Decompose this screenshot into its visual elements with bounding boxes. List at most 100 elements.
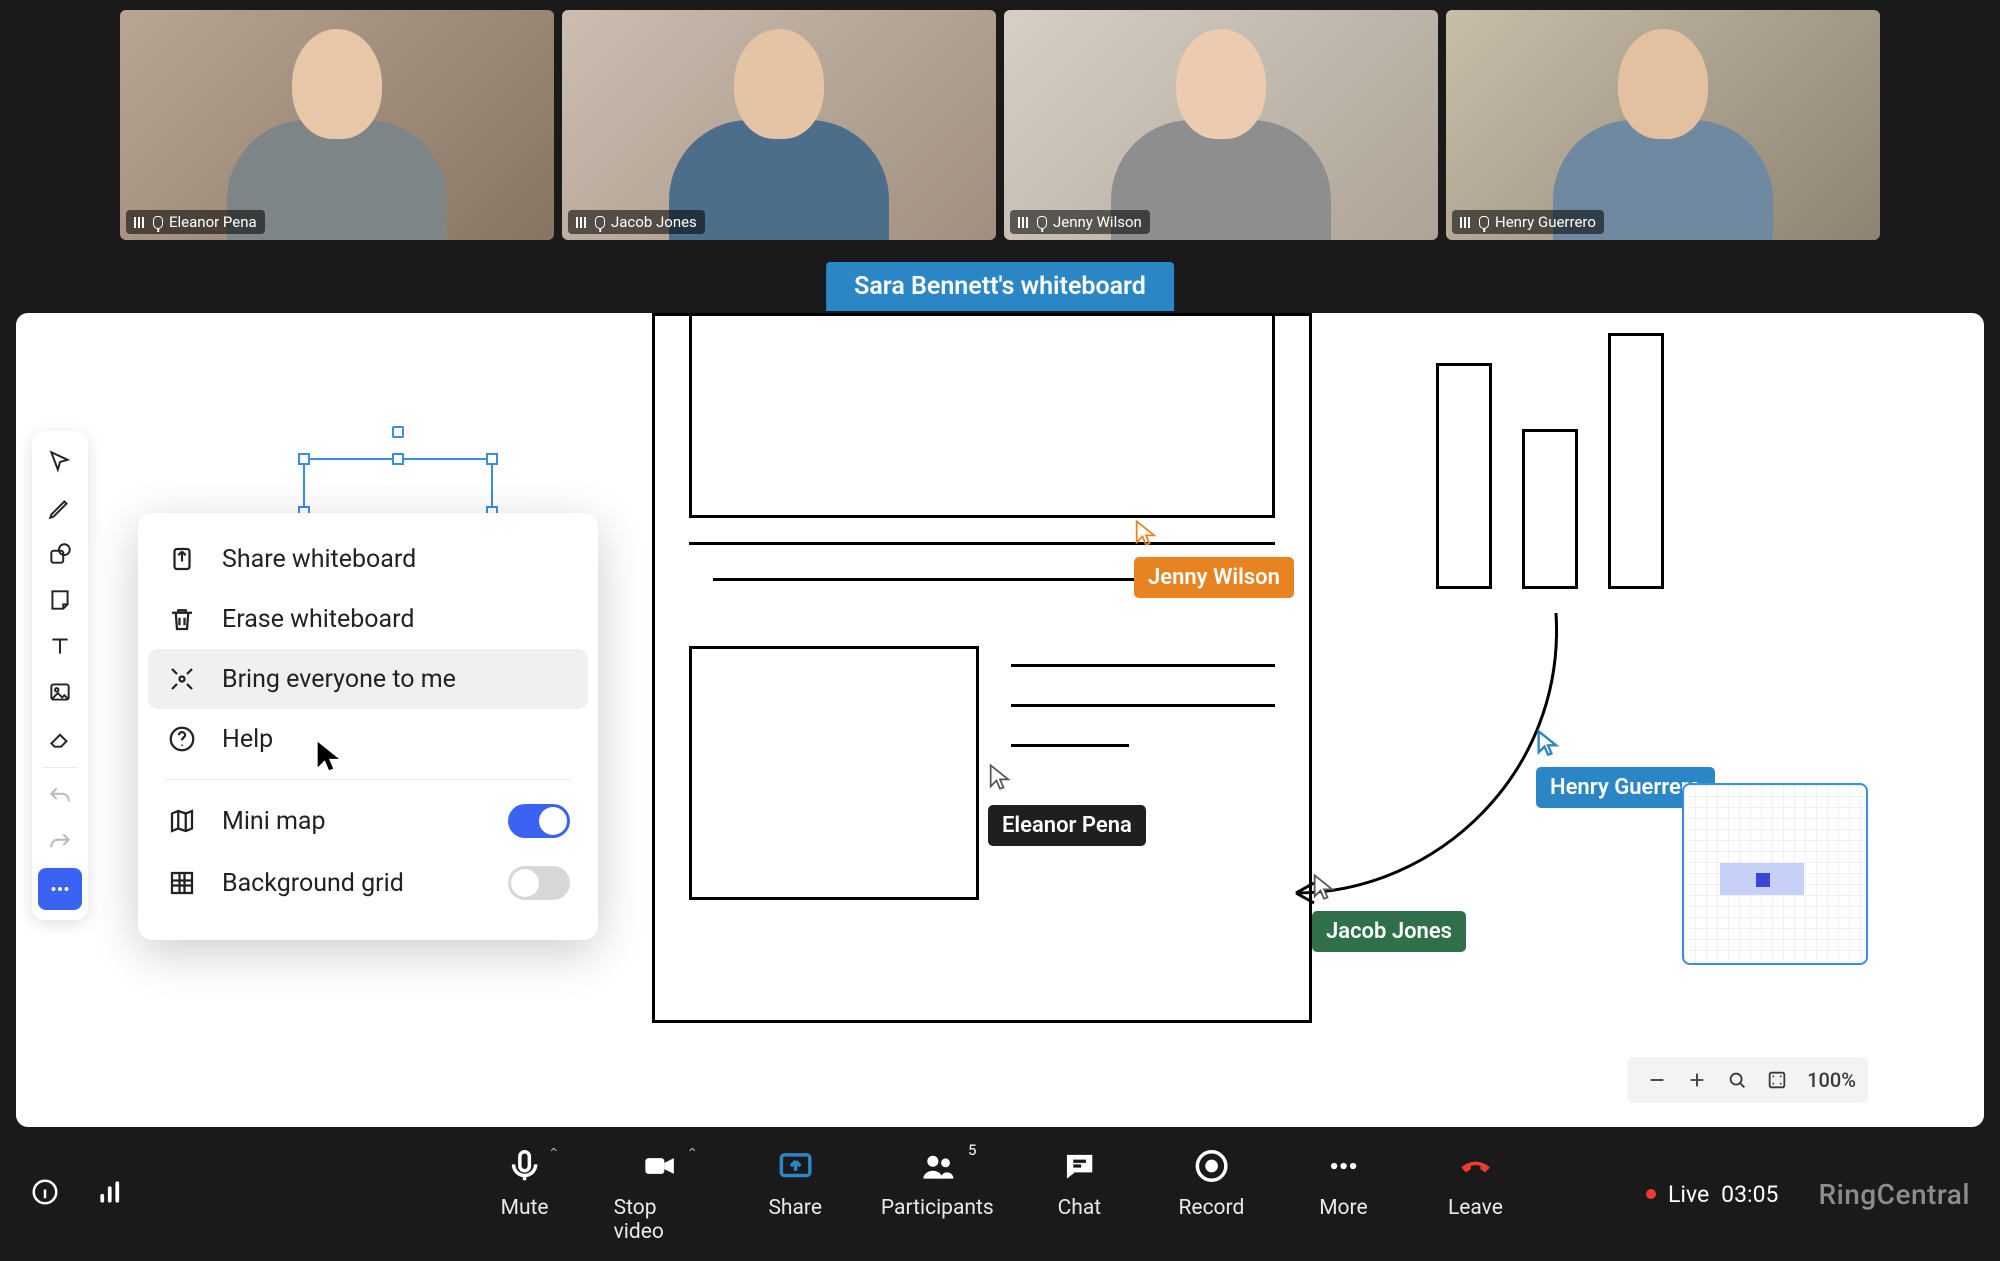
mic-icon — [153, 216, 163, 229]
resize-handle[interactable] — [486, 453, 498, 465]
erase-whiteboard-item[interactable]: Erase whiteboard — [148, 589, 588, 649]
participants-strip: Eleanor Pena Jacob Jones Jenny Wilson He… — [0, 0, 2000, 250]
chevron-up-icon[interactable]: ⌃ — [686, 1146, 698, 1162]
menu-divider — [166, 779, 570, 780]
mic-icon — [503, 1144, 547, 1188]
gather-icon — [166, 663, 198, 695]
stop-video-button[interactable]: ⌃ Stop video — [614, 1144, 707, 1244]
video-icon — [638, 1144, 682, 1188]
chat-icon — [1057, 1144, 1101, 1188]
signal-icon[interactable] — [96, 1177, 126, 1211]
grid-icon — [166, 867, 198, 899]
participant-name-overlay: Jenny Wilson — [1010, 210, 1150, 234]
participants-button[interactable]: 5 Participants — [884, 1144, 990, 1244]
participant-tile[interactable]: Jacob Jones — [562, 10, 996, 240]
more-button[interactable]: More — [1300, 1144, 1386, 1244]
image-tool[interactable] — [38, 671, 82, 713]
grid-toggle-row: Background grid — [148, 852, 588, 914]
live-indicator: Live 03:05 — [1646, 1181, 1778, 1208]
chat-button[interactable]: Chat — [1036, 1144, 1122, 1244]
participant-name-overlay: Henry Guerrero — [1452, 210, 1604, 234]
share-button[interactable]: Share — [752, 1144, 838, 1244]
mute-button[interactable]: ⌃ Mute — [482, 1144, 568, 1244]
info-icon[interactable] — [30, 1177, 60, 1211]
participants-count-badge: 5 — [968, 1141, 976, 1159]
whiteboard-title-banner: Sara Bennett's whiteboard — [826, 262, 1174, 311]
participant-name: Eleanor Pena — [169, 213, 257, 231]
pen-tool[interactable] — [38, 487, 82, 529]
wireframe-shape[interactable] — [652, 313, 1312, 1023]
participant-tile[interactable]: Eleanor Pena — [120, 10, 554, 240]
undo-button[interactable] — [38, 776, 82, 818]
more-icon — [1321, 1144, 1365, 1188]
participant-name: Jacob Jones — [611, 213, 697, 231]
share-whiteboard-item[interactable]: Share whiteboard — [148, 529, 588, 589]
participant-tile[interactable]: Henry Guerrero — [1446, 10, 1880, 240]
menu-label: Bring everyone to me — [222, 665, 456, 694]
bring-everyone-item[interactable]: Bring everyone to me — [148, 649, 588, 709]
menu-label: Help — [222, 725, 273, 754]
cursor-icon — [314, 739, 344, 777]
participant-name-overlay: Jacob Jones — [568, 210, 705, 234]
signal-icon — [576, 217, 589, 228]
trash-icon — [166, 603, 198, 635]
participant-name: Jenny Wilson — [1053, 213, 1142, 231]
minimap-toggle[interactable] — [508, 804, 570, 838]
zoom-reset-button[interactable] — [1759, 1062, 1795, 1098]
remote-cursor-jenny: Jenny Wilson — [1134, 519, 1294, 598]
mic-icon — [595, 216, 605, 229]
zoom-in-button[interactable] — [1679, 1062, 1715, 1098]
signal-icon — [1018, 217, 1031, 228]
participant-tile[interactable]: Jenny Wilson — [1004, 10, 1438, 240]
brand-label: RingCentral — [1818, 1178, 1970, 1211]
grid-toggle[interactable] — [508, 866, 570, 900]
shape-tool[interactable] — [38, 533, 82, 575]
zoom-controls: 100% — [1627, 1057, 1868, 1103]
control-label: Chat — [1058, 1196, 1102, 1220]
zoom-level: 100% — [1807, 1068, 1856, 1092]
control-label: Record — [1178, 1196, 1244, 1220]
resize-handle[interactable] — [298, 453, 310, 465]
bar-chart-shape[interactable] — [1436, 333, 1676, 589]
remote-cursor-label: Jacob Jones — [1312, 911, 1466, 952]
share-icon — [166, 543, 198, 575]
record-button[interactable]: Record — [1168, 1144, 1254, 1244]
control-label: Participants — [881, 1196, 994, 1220]
menu-label: Erase whiteboard — [222, 605, 414, 634]
redo-button[interactable] — [38, 822, 82, 864]
text-tool[interactable] — [38, 625, 82, 667]
rotate-handle[interactable] — [392, 426, 404, 438]
remote-cursor-eleanor: Eleanor Pena — [988, 763, 1146, 846]
eraser-tool[interactable] — [38, 717, 82, 759]
chevron-up-icon[interactable]: ⌃ — [548, 1146, 560, 1162]
menu-label: Share whiteboard — [222, 545, 416, 574]
minimap-toggle-row: Mini map — [148, 790, 588, 852]
minimap[interactable] — [1682, 783, 1868, 965]
signal-icon — [134, 217, 147, 228]
meeting-controls-bar: ⌃ Mute ⌃ Stop video Share 5 Participants… — [0, 1127, 2000, 1261]
control-label: Stop video — [614, 1196, 707, 1244]
resize-handle[interactable] — [392, 453, 404, 465]
whiteboard-toolbar — [32, 431, 88, 920]
toggle-label: Background grid — [222, 869, 404, 898]
control-label: More — [1319, 1196, 1367, 1220]
select-tool[interactable] — [38, 441, 82, 483]
share-screen-icon — [773, 1144, 817, 1188]
leave-button[interactable]: Leave — [1432, 1144, 1518, 1244]
participant-name-overlay: Eleanor Pena — [126, 210, 265, 234]
participant-name: Henry Guerrero — [1495, 213, 1596, 231]
remote-cursor-label: Eleanor Pena — [988, 805, 1146, 846]
zoom-fit-button[interactable] — [1719, 1062, 1755, 1098]
whiteboard-canvas[interactable]: Share whiteboard Erase whiteboard Bring … — [16, 313, 1984, 1127]
people-icon — [915, 1144, 959, 1188]
help-item[interactable]: Help — [148, 709, 588, 769]
remote-cursor-jacob: Jacob Jones — [1312, 873, 1466, 952]
live-dot-icon — [1646, 1189, 1656, 1199]
more-tools-button[interactable] — [38, 868, 82, 910]
map-icon — [166, 805, 198, 837]
mic-icon — [1479, 216, 1489, 229]
zoom-out-button[interactable] — [1639, 1062, 1675, 1098]
mic-icon — [1037, 216, 1047, 229]
sticky-note-tool[interactable] — [38, 579, 82, 621]
hangup-icon — [1453, 1144, 1497, 1188]
